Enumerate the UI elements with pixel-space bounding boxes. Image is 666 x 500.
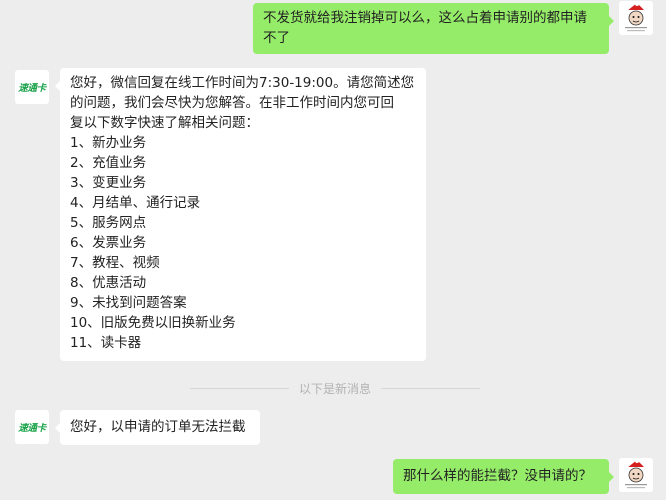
service-avatar-text: 速通卡 <box>18 83 46 94</box>
user-avatar-image <box>619 1 653 35</box>
service-account-avatar[interactable]: 速通卡 <box>15 70 49 104</box>
new-messages-divider: 以下是新消息 <box>190 380 481 397</box>
incoming-message-bubble[interactable]: 您好，微信回复在线工作时间为7:30-19:00。请您简述您 的问题，我们会尽快… <box>55 68 426 361</box>
divider-rule-left <box>190 388 289 389</box>
user-avatar[interactable] <box>619 1 653 35</box>
user-avatar-image <box>619 458 653 492</box>
divider-label: 以下是新消息 <box>299 382 372 396</box>
message-line: 的问题，我们会尽快为您解答。在非工作时间内您可回 <box>70 95 394 111</box>
menu-option-line: 4、月结单、通行记录 <box>70 195 201 211</box>
outgoing-message-bubble[interactable]: 那什么样的能拦截？没申请的？ <box>393 459 614 494</box>
menu-option-line: 7、教程、视频 <box>70 255 160 271</box>
message-line: 不了 <box>263 30 290 46</box>
user-avatar[interactable] <box>619 458 653 492</box>
divider-rule-right <box>381 388 481 389</box>
message-line: 复以下数字快速了解相关问题： <box>70 115 259 131</box>
menu-option-line: 10、旧版免费以旧换新业务 <box>70 315 236 331</box>
menu-option-line: 5、服务网点 <box>70 215 147 231</box>
menu-option-line: 8、优惠活动 <box>70 275 147 291</box>
incoming-message-bubble[interactable]: 您好，以申请的订单无法拦截 <box>55 410 260 445</box>
menu-option-line: 2、充值业务 <box>70 155 147 171</box>
message-line: 不发货就给我注销掉可以么，这么占着申请别的都申请 <box>263 10 587 26</box>
message-line: 您好，以申请的订单无法拦截 <box>70 419 246 435</box>
menu-option-line: 6、发票业务 <box>70 235 147 251</box>
menu-option-line: 11、读卡器 <box>70 335 142 351</box>
message-line: 您好，微信回复在线工作时间为7:30-19:00。请您简述您 <box>70 75 415 91</box>
outgoing-message-bubble[interactable]: 不发货就给我注销掉可以么，这么占着申请别的都申请 不了 <box>253 3 614 54</box>
chat-window: 不发货就给我注销掉可以么，这么占着申请别的都申请 不了 速通卡 您好，微信回复在… <box>0 0 666 500</box>
menu-option-line: 1、新办业务 <box>70 135 147 151</box>
menu-option-line: 9、未找到问题答案 <box>70 295 187 311</box>
message-line: 那什么样的能拦截？没申请的？ <box>403 468 592 484</box>
service-account-avatar[interactable]: 速通卡 <box>15 410 49 444</box>
menu-option-line: 3、变更业务 <box>70 175 147 191</box>
service-avatar-text: 速通卡 <box>18 423 46 434</box>
